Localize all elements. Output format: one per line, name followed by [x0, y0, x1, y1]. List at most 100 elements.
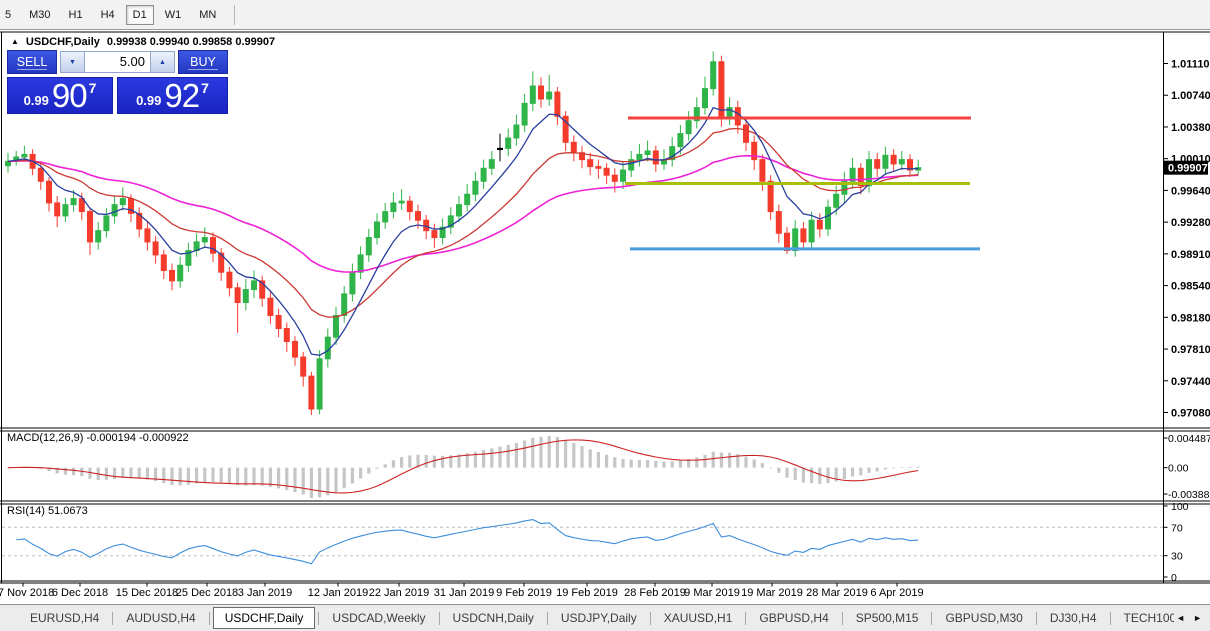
candle-body	[399, 201, 404, 203]
candle-body	[514, 125, 519, 138]
date-tick-label[interactable]: 12 Jan 2019	[308, 587, 369, 599]
tab-separator	[318, 612, 319, 625]
date-tick-label[interactable]: 6 Apr 2019	[870, 587, 923, 599]
chart-tab-usdchf-daily[interactable]: USDCHF,Daily	[213, 607, 316, 629]
sell-price-button[interactable]: 0.99 90 7	[7, 77, 113, 114]
macd-bar	[105, 468, 108, 480]
price-tick-label: 0.97080	[1171, 408, 1210, 420]
chart-tab-audusd-h4[interactable]: AUDUSD,H4	[116, 607, 205, 629]
macd-bar	[605, 455, 608, 468]
candle-body	[350, 272, 355, 294]
price-tick-label: 0.99280	[1171, 217, 1210, 229]
buy-button[interactable]: BUY	[178, 50, 228, 74]
chevron-down-icon: ▼	[69, 59, 76, 66]
candle-body	[153, 242, 158, 255]
rsi-axis-label: 70	[1171, 522, 1183, 534]
timeframe-button-5[interactable]: 5	[0, 5, 18, 25]
toolbar-separator	[234, 5, 235, 25]
chart-tab-tech100-h1[interactable]: TECH100,H1	[1114, 607, 1175, 629]
candle-body	[760, 160, 765, 182]
price-tick-label: 0.98180	[1171, 312, 1210, 324]
tab-scroll-right-icon[interactable]: ►	[1193, 613, 1202, 623]
collapse-panel-icon[interactable]: ▲	[11, 38, 19, 46]
macd-bar	[572, 443, 575, 468]
date-tick-label[interactable]: 19 Feb 2019	[556, 587, 618, 599]
macd-bar	[867, 468, 870, 473]
timeframe-button-MN[interactable]: MN	[192, 5, 223, 25]
candle-body	[481, 168, 486, 181]
candle-body	[752, 142, 757, 159]
chart-tab-gbpusd-h4[interactable]: GBPUSD,H4	[749, 607, 838, 629]
candle-body	[530, 86, 535, 103]
date-tick-label[interactable]: 28 Mar 2019	[806, 587, 868, 599]
chart-tab-bar: EURUSD,H4 AUDUSD,H4 USDCHF,Daily USDCAD,Wee…	[0, 604, 1210, 631]
timeframe-button-M30[interactable]: M30	[22, 5, 57, 25]
price-tick-label: 0.99640	[1171, 185, 1210, 197]
date-tick-label[interactable]: 15 Dec 2018	[116, 587, 178, 599]
tab-separator	[650, 612, 651, 625]
candle-body	[22, 154, 27, 157]
macd-bar	[318, 468, 321, 498]
buy-price-pip: 7	[201, 80, 209, 96]
macd-indicator-label: MACD(12,26,9) -0.000194 -0.000922	[7, 432, 189, 444]
macd-bar	[302, 468, 305, 495]
macd-bar	[695, 457, 698, 467]
date-tick-label[interactable]: 6 Dec 2018	[52, 587, 108, 599]
macd-bar	[589, 449, 592, 467]
timeframe-button-D1[interactable]: D1	[126, 5, 154, 25]
macd-bar	[121, 468, 124, 478]
timeframe-button-W1[interactable]: W1	[158, 5, 189, 25]
timeframe-button-H4[interactable]: H4	[94, 5, 122, 25]
date-tick-label[interactable]: 3 Jan 2019	[238, 587, 292, 599]
date-tick-label[interactable]: 9 Mar 2019	[684, 587, 740, 599]
rsi-line	[16, 520, 918, 564]
chart-tab-dj30-h4[interactable]: DJ30,H4	[1040, 607, 1107, 629]
macd-signal-line	[8, 440, 918, 493]
candle-body	[834, 194, 839, 207]
macd-bar	[744, 457, 747, 468]
sell-button[interactable]: SELL	[7, 50, 57, 74]
candle-body	[55, 203, 60, 216]
macd-bar	[146, 468, 149, 480]
buy-price-button[interactable]: 0.99 92 7	[117, 77, 228, 114]
candle-body	[227, 272, 232, 288]
date-tick-label[interactable]: 19 Mar 2019	[741, 587, 803, 599]
macd-bar	[252, 468, 255, 486]
candle-body	[867, 160, 872, 186]
tab-scroll-left-icon[interactable]: ◄	[1176, 613, 1185, 623]
macd-bar	[367, 468, 370, 474]
timeframe-button-H1[interactable]: H1	[62, 5, 90, 25]
candle-body	[776, 212, 781, 234]
chart-tab-usdjpy-daily[interactable]: USDJPY,Daily	[551, 607, 647, 629]
chart-tab-eurusd-h4[interactable]: EURUSD,H4	[20, 607, 109, 629]
date-tick-label[interactable]: 27 Nov 2018	[0, 587, 54, 599]
chart-tab-gbpusd-m30[interactable]: GBPUSD,M30	[935, 607, 1032, 629]
date-tick-label[interactable]: 9 Feb 2019	[496, 587, 552, 599]
candle-body	[555, 92, 560, 116]
chart-tab-usdcnh-daily[interactable]: USDCNH,Daily	[443, 607, 544, 629]
volume-increase-button[interactable]: ▲	[150, 52, 174, 72]
macd-bar	[646, 460, 649, 468]
candle-body	[301, 357, 306, 376]
macd-bar	[236, 468, 239, 486]
macd-bar	[794, 468, 797, 480]
macd-bar	[261, 468, 264, 486]
candle-body	[334, 316, 339, 338]
candle-body	[465, 194, 470, 204]
macd-bar	[818, 468, 821, 484]
date-tick-label[interactable]: 31 Jan 2019	[434, 587, 495, 599]
volume-decrease-button[interactable]: ▼	[61, 52, 85, 72]
date-tick-label[interactable]: 25 Dec 2018	[176, 587, 238, 599]
chart-tab-usdcad-weekly[interactable]: USDCAD,Weekly	[322, 607, 435, 629]
date-tick-label[interactable]: 22 Jan 2019	[369, 587, 430, 599]
candle-body	[817, 220, 822, 229]
chart-tab-xauusd-h1[interactable]: XAUUSD,H1	[654, 607, 743, 629]
candle-body	[891, 155, 896, 164]
volume-input[interactable]: 5.00	[85, 52, 150, 72]
macd-bar	[507, 445, 510, 468]
chart-tab-sp500-m15[interactable]: SP500,M15	[846, 607, 929, 629]
candle-body	[284, 328, 289, 341]
macd-bar	[662, 462, 665, 468]
date-tick-label[interactable]: 28 Feb 2019	[624, 587, 686, 599]
macd-bar	[211, 468, 214, 482]
